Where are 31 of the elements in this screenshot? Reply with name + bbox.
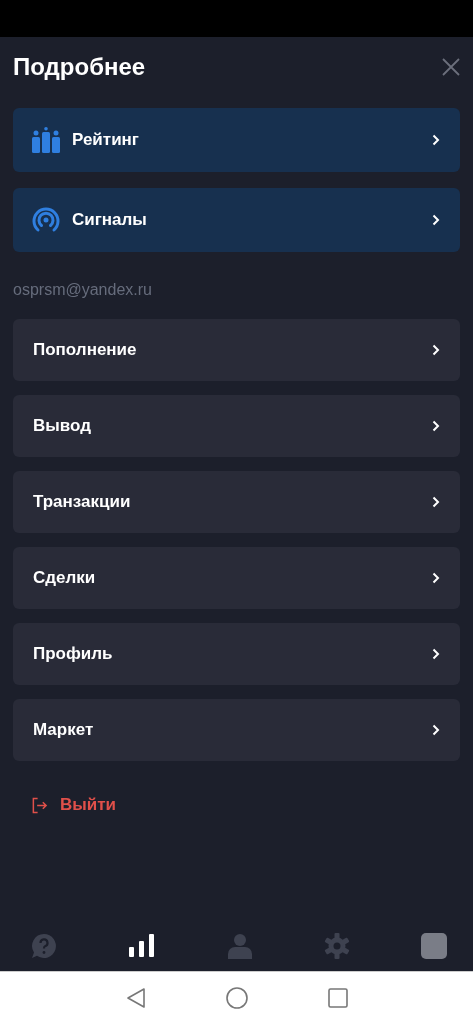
home-icon[interactable] — [225, 987, 248, 1009]
chevron-icon — [432, 496, 440, 508]
chevron-icon — [432, 420, 440, 432]
featured-item[interactable]: Рейтинг — [13, 108, 460, 172]
panel-title: Подробнее — [13, 53, 146, 81]
menu-item[interactable]: Сделки — [13, 547, 460, 609]
logout-button[interactable]: Выйти — [13, 795, 117, 815]
square-tab[interactable] — [421, 933, 447, 959]
broadcast-icon — [32, 206, 60, 234]
account-email: osprsm@yandex.ru — [13, 281, 153, 299]
menu-item[interactable]: Пополнение — [13, 319, 460, 381]
close-icon[interactable] — [442, 58, 460, 76]
recents-icon[interactable] — [327, 988, 348, 1008]
bar-chart-icon — [32, 127, 60, 153]
menu-item[interactable]: Транзакции — [13, 471, 460, 533]
chevron-icon — [432, 724, 440, 736]
user-tab[interactable] — [228, 933, 252, 959]
menu-item[interactable]: Маркет — [13, 699, 460, 761]
chart-tab[interactable] — [128, 934, 157, 958]
logout-icon — [31, 796, 48, 814]
back-icon[interactable] — [125, 987, 146, 1009]
chevron-icon — [432, 134, 440, 146]
gear-tab[interactable] — [323, 933, 350, 959]
help-tab[interactable] — [31, 933, 57, 959]
chevron-icon — [432, 572, 440, 584]
chevron-icon — [432, 214, 440, 226]
menu-item[interactable]: Профиль — [13, 623, 460, 685]
featured-item[interactable]: Сигналы — [13, 188, 460, 252]
menu-item[interactable]: Вывод — [13, 395, 460, 457]
chevron-icon — [432, 648, 440, 660]
chevron-icon — [432, 344, 440, 356]
